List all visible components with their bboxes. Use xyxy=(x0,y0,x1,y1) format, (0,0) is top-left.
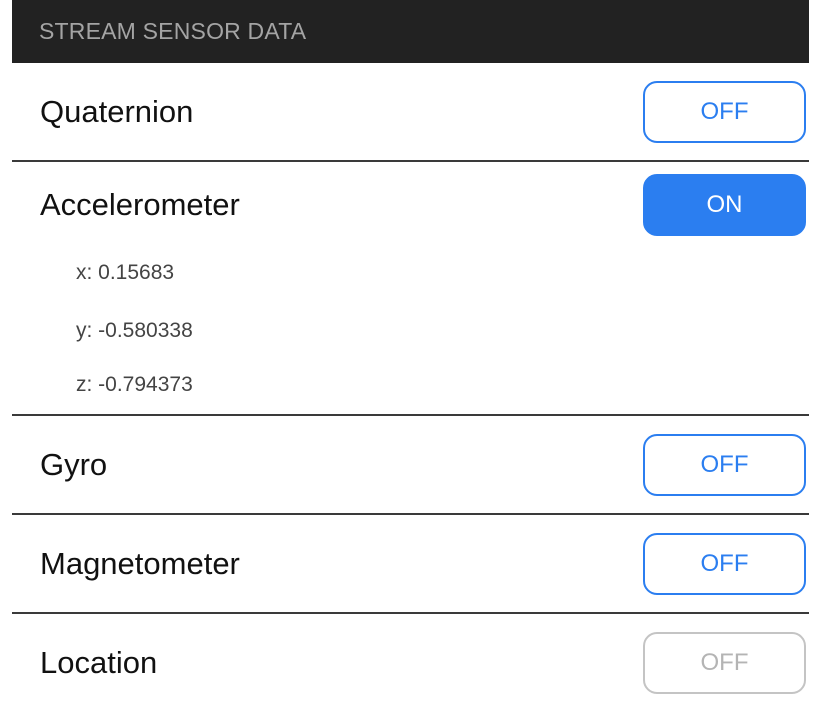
location-toggle-button[interactable]: OFF xyxy=(643,631,806,694)
sensor-settings-page: STREAM SENSOR DATA Quaternion OFF Accele… xyxy=(12,0,809,719)
sensor-label-magnetometer: Magnetometer xyxy=(40,545,240,581)
sensor-row-main: Magnetometer OFF xyxy=(12,515,809,612)
accelerometer-reading-z: z: -0.794373 xyxy=(76,373,193,396)
quaternion-toggle-button[interactable]: OFF xyxy=(643,80,806,143)
sensor-label-quaternion: Quaternion xyxy=(40,93,194,129)
accelerometer-readings: x: 0.15683 y: -0.580338 z: -0.794373 xyxy=(12,244,809,414)
sensor-label-gyro: Gyro xyxy=(40,446,108,482)
sensor-row-quaternion: Quaternion OFF xyxy=(12,63,809,162)
sensor-row-accelerometer: Accelerometer ON x: 0.15683 y: -0.580338… xyxy=(12,162,809,416)
sensor-row-main: Quaternion OFF xyxy=(12,63,809,160)
sensor-label-accelerometer: Accelerometer xyxy=(40,187,240,222)
sensor-row-main: Accelerometer ON xyxy=(12,162,809,248)
sensor-row-gyro: Gyro OFF xyxy=(12,416,809,515)
accelerometer-toggle-button[interactable]: ON xyxy=(643,174,806,236)
accelerometer-reading-y: y: -0.580338 xyxy=(76,319,193,342)
magnetometer-toggle-button[interactable]: OFF xyxy=(643,532,806,595)
sensor-row-main: Gyro OFF xyxy=(12,416,809,513)
sensor-row-main: Location OFF xyxy=(12,614,809,711)
gyro-toggle-button[interactable]: OFF xyxy=(643,433,806,496)
sensor-label-location: Location xyxy=(40,644,158,680)
sensor-row-magnetometer: Magnetometer OFF xyxy=(12,515,809,614)
sensor-row-location: Location OFF xyxy=(12,614,809,711)
accelerometer-reading-x: x: 0.15683 xyxy=(76,261,175,284)
section-header: STREAM SENSOR DATA xyxy=(12,0,809,63)
